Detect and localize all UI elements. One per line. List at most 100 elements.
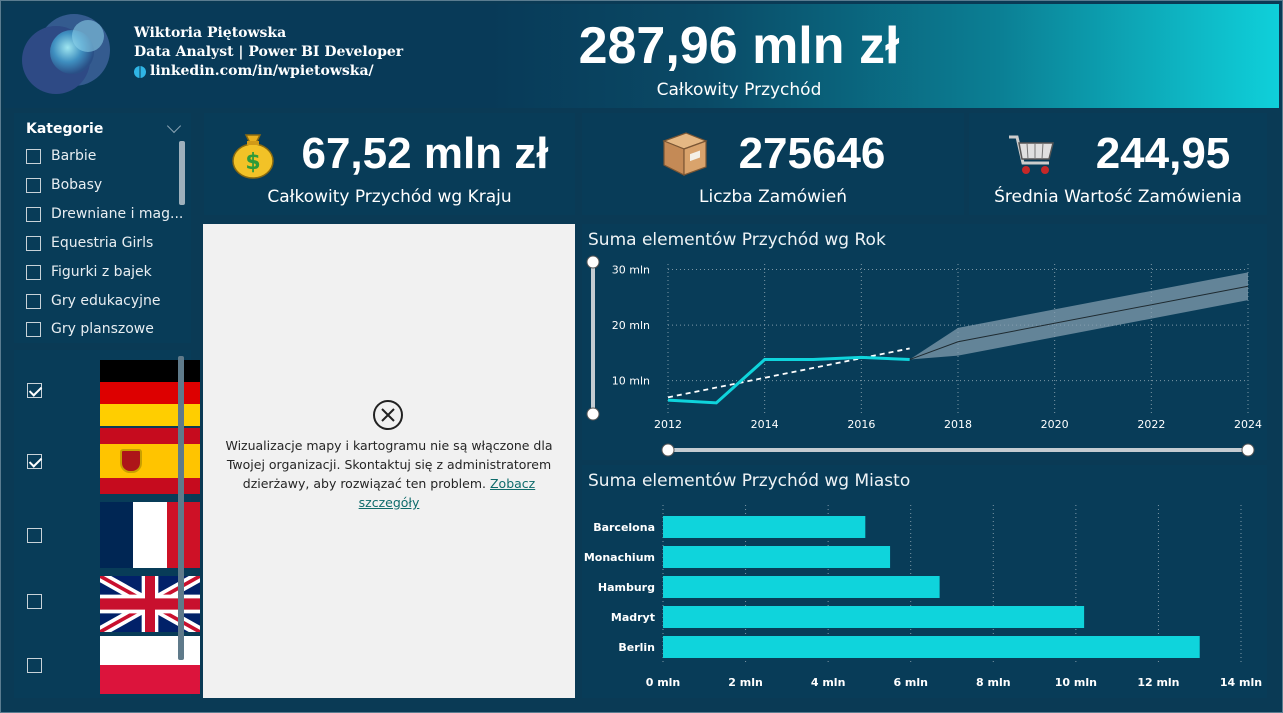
map-error-message: Wizualizacje mapy i kartogramu nie są wł… <box>219 436 559 512</box>
category-label: Berlin <box>618 641 655 654</box>
x-tick-label: 2018 <box>944 418 972 431</box>
x-tick-label: 2024 <box>1234 418 1262 431</box>
money-bag-icon: $ <box>232 134 274 179</box>
kpi-order-count-value: 275646 <box>738 129 886 178</box>
category-label: Hamburg <box>598 581 655 594</box>
bar[interactable] <box>663 636 1200 658</box>
france-flag[interactable] <box>100 502 200 568</box>
category-label: Monachium <box>584 551 655 564</box>
category-item-label: Bobasy <box>51 177 103 193</box>
checkbox[interactable] <box>26 293 41 309</box>
kpi-order-count: 275646 Liczba Zamówień <box>582 113 964 215</box>
author-name: Wiktoria Piętowska <box>134 25 287 41</box>
x-tick-label: 2014 <box>751 418 779 431</box>
category-item-bobasy[interactable]: Bobasy <box>26 174 102 196</box>
kpi-avg-order-value-label: Średnia Wartość Zamówienia <box>994 187 1242 207</box>
package-icon <box>662 132 708 176</box>
total-revenue-label: Całkowity Przychód <box>656 80 822 100</box>
category-item-gry-edukacyjne[interactable]: Gry edukacyjne <box>26 290 161 312</box>
forecast-band <box>909 272 1248 360</box>
germany-flag[interactable] <box>100 360 200 426</box>
checkbox[interactable] <box>26 264 41 280</box>
category-item-label: Gry edukacyjne <box>51 293 161 309</box>
bar[interactable] <box>663 606 1085 628</box>
category-item-label: Barbie <box>51 148 97 164</box>
y-zoom-handle-top[interactable] <box>586 255 600 269</box>
y-zoom-handle-bottom[interactable] <box>586 407 600 421</box>
x-tick-label: 6 mln <box>893 676 928 689</box>
svg-text:$: $ <box>245 150 260 175</box>
checkbox[interactable] <box>26 235 41 251</box>
y-tick-label: 20 mln <box>612 319 650 332</box>
bar[interactable] <box>663 516 866 538</box>
category-item-figurki[interactable]: Figurki z bajek <box>26 261 152 283</box>
revenue-by-year-chart: Suma elementów Przychód wg Rok 10 mln 20 … <box>582 224 1267 460</box>
bar[interactable] <box>663 576 940 598</box>
poland-flag[interactable] <box>100 636 200 694</box>
kpi-revenue-by-country: $ 67,52 mln zł Całkowity Przychód wg Kra… <box>204 113 575 215</box>
kpi-avg-order-value-value: 244,95 <box>1095 129 1231 178</box>
chevron-down-icon[interactable] <box>166 118 182 134</box>
category-label: Barcelona <box>593 521 655 534</box>
x-tick-label: 4 mln <box>811 676 846 689</box>
checkbox[interactable] <box>26 206 41 222</box>
x-zoom-handle-left[interactable] <box>661 443 675 457</box>
revenue-by-city-chart: Suma elementów Przychód wg Miasto 0 mln 2… <box>582 465 1267 698</box>
slicer-scrollbar[interactable] <box>179 141 185 205</box>
category-item-drewniane[interactable]: Drewniane i mag... <box>26 203 183 225</box>
checkbox-germany[interactable] <box>27 383 42 398</box>
x-tick-label: 12 mln <box>1137 676 1179 689</box>
checkbox[interactable] <box>26 148 41 164</box>
x-tick-label: 2016 <box>847 418 875 431</box>
author-info: Wiktoria Piętowska Data Analyst | Power … <box>134 24 403 81</box>
category-item-label: Equestria Girls <box>51 235 154 251</box>
x-zoom-handle-right[interactable] <box>1241 443 1255 457</box>
category-item-label: Drewniane i mag... <box>51 206 184 222</box>
shopping-cart-icon <box>1009 135 1054 174</box>
author-role: Data Analyst | Power BI Developer <box>134 44 404 60</box>
y-tick-label: 10 mln <box>612 375 650 388</box>
x-tick-label: 2 mln <box>728 676 763 689</box>
category-slicer: Kategorie Barbie Bobasy Drewniane i mag.… <box>14 113 191 343</box>
bar[interactable] <box>663 546 891 568</box>
total-revenue-card: 287,96 mln zł Całkowity Przychód <box>434 16 1044 100</box>
checkbox[interactable] <box>26 177 41 193</box>
power-bi-logo <box>22 14 110 94</box>
uk-flag[interactable] <box>100 576 200 632</box>
bar-chart-svg: 0 mln 2 mln 4 mln 6 mln 8 mln 10 mln 12 mln 14 … <box>584 505 1262 689</box>
coat-of-arms-icon <box>120 449 142 473</box>
checkbox-spain[interactable] <box>27 454 42 469</box>
category-item-gry-planszowe[interactable]: Gry planszowe <box>26 318 154 340</box>
report-header: Wiktoria Piętowska Data Analyst | Power … <box>4 4 1279 108</box>
category-item-label: Gry planszowe <box>51 321 154 337</box>
x-tick-label: 10 mln <box>1055 676 1097 689</box>
x-tick-label: 8 mln <box>976 676 1011 689</box>
x-tick-label: 0 mln <box>646 676 681 689</box>
x-tick-label: 2022 <box>1137 418 1165 431</box>
kpi-revenue-by-country-label: Całkowity Przychód wg Kraju <box>267 187 512 207</box>
spain-flag[interactable] <box>100 428 200 494</box>
category-item-label: Figurki z bajek <box>51 264 152 280</box>
country-slicer-scrollbar[interactable] <box>178 356 184 660</box>
checkbox-uk[interactable] <box>27 594 42 609</box>
x-tick-label: 2012 <box>654 418 682 431</box>
country-slicer <box>14 350 200 698</box>
category-label: Madryt <box>611 611 655 624</box>
map-visual: Wizualizacje mapy i kartogramu nie są wł… <box>203 224 575 698</box>
globe-icon <box>134 65 146 78</box>
category-slicer-title: Kategorie <box>26 121 104 137</box>
total-revenue-value: 287,96 mln zł <box>578 17 900 75</box>
line-chart-svg: 10 mln 20 mln 30 mln 2012 2014 2016 2018 2020 20… <box>586 255 1262 457</box>
revenue-line <box>667 355 910 405</box>
category-item-barbie[interactable]: Barbie <box>26 145 96 167</box>
checkbox-france[interactable] <box>27 528 42 543</box>
kpi-order-count-label: Liczba Zamówień <box>699 187 847 207</box>
checkbox-poland[interactable] <box>27 658 42 673</box>
checkbox[interactable] <box>26 321 41 337</box>
error-icon <box>373 400 403 430</box>
x-tick-label: 14 mln <box>1220 676 1262 689</box>
linkedin-link[interactable]: linkedin.com/in/wpietowska/ <box>150 62 374 81</box>
category-item-equestria-girls[interactable]: Equestria Girls <box>26 232 153 254</box>
x-tick-label: 2020 <box>1041 418 1069 431</box>
kpi-avg-order-value: 244,95 Średnia Wartość Zamówienia <box>969 113 1267 215</box>
